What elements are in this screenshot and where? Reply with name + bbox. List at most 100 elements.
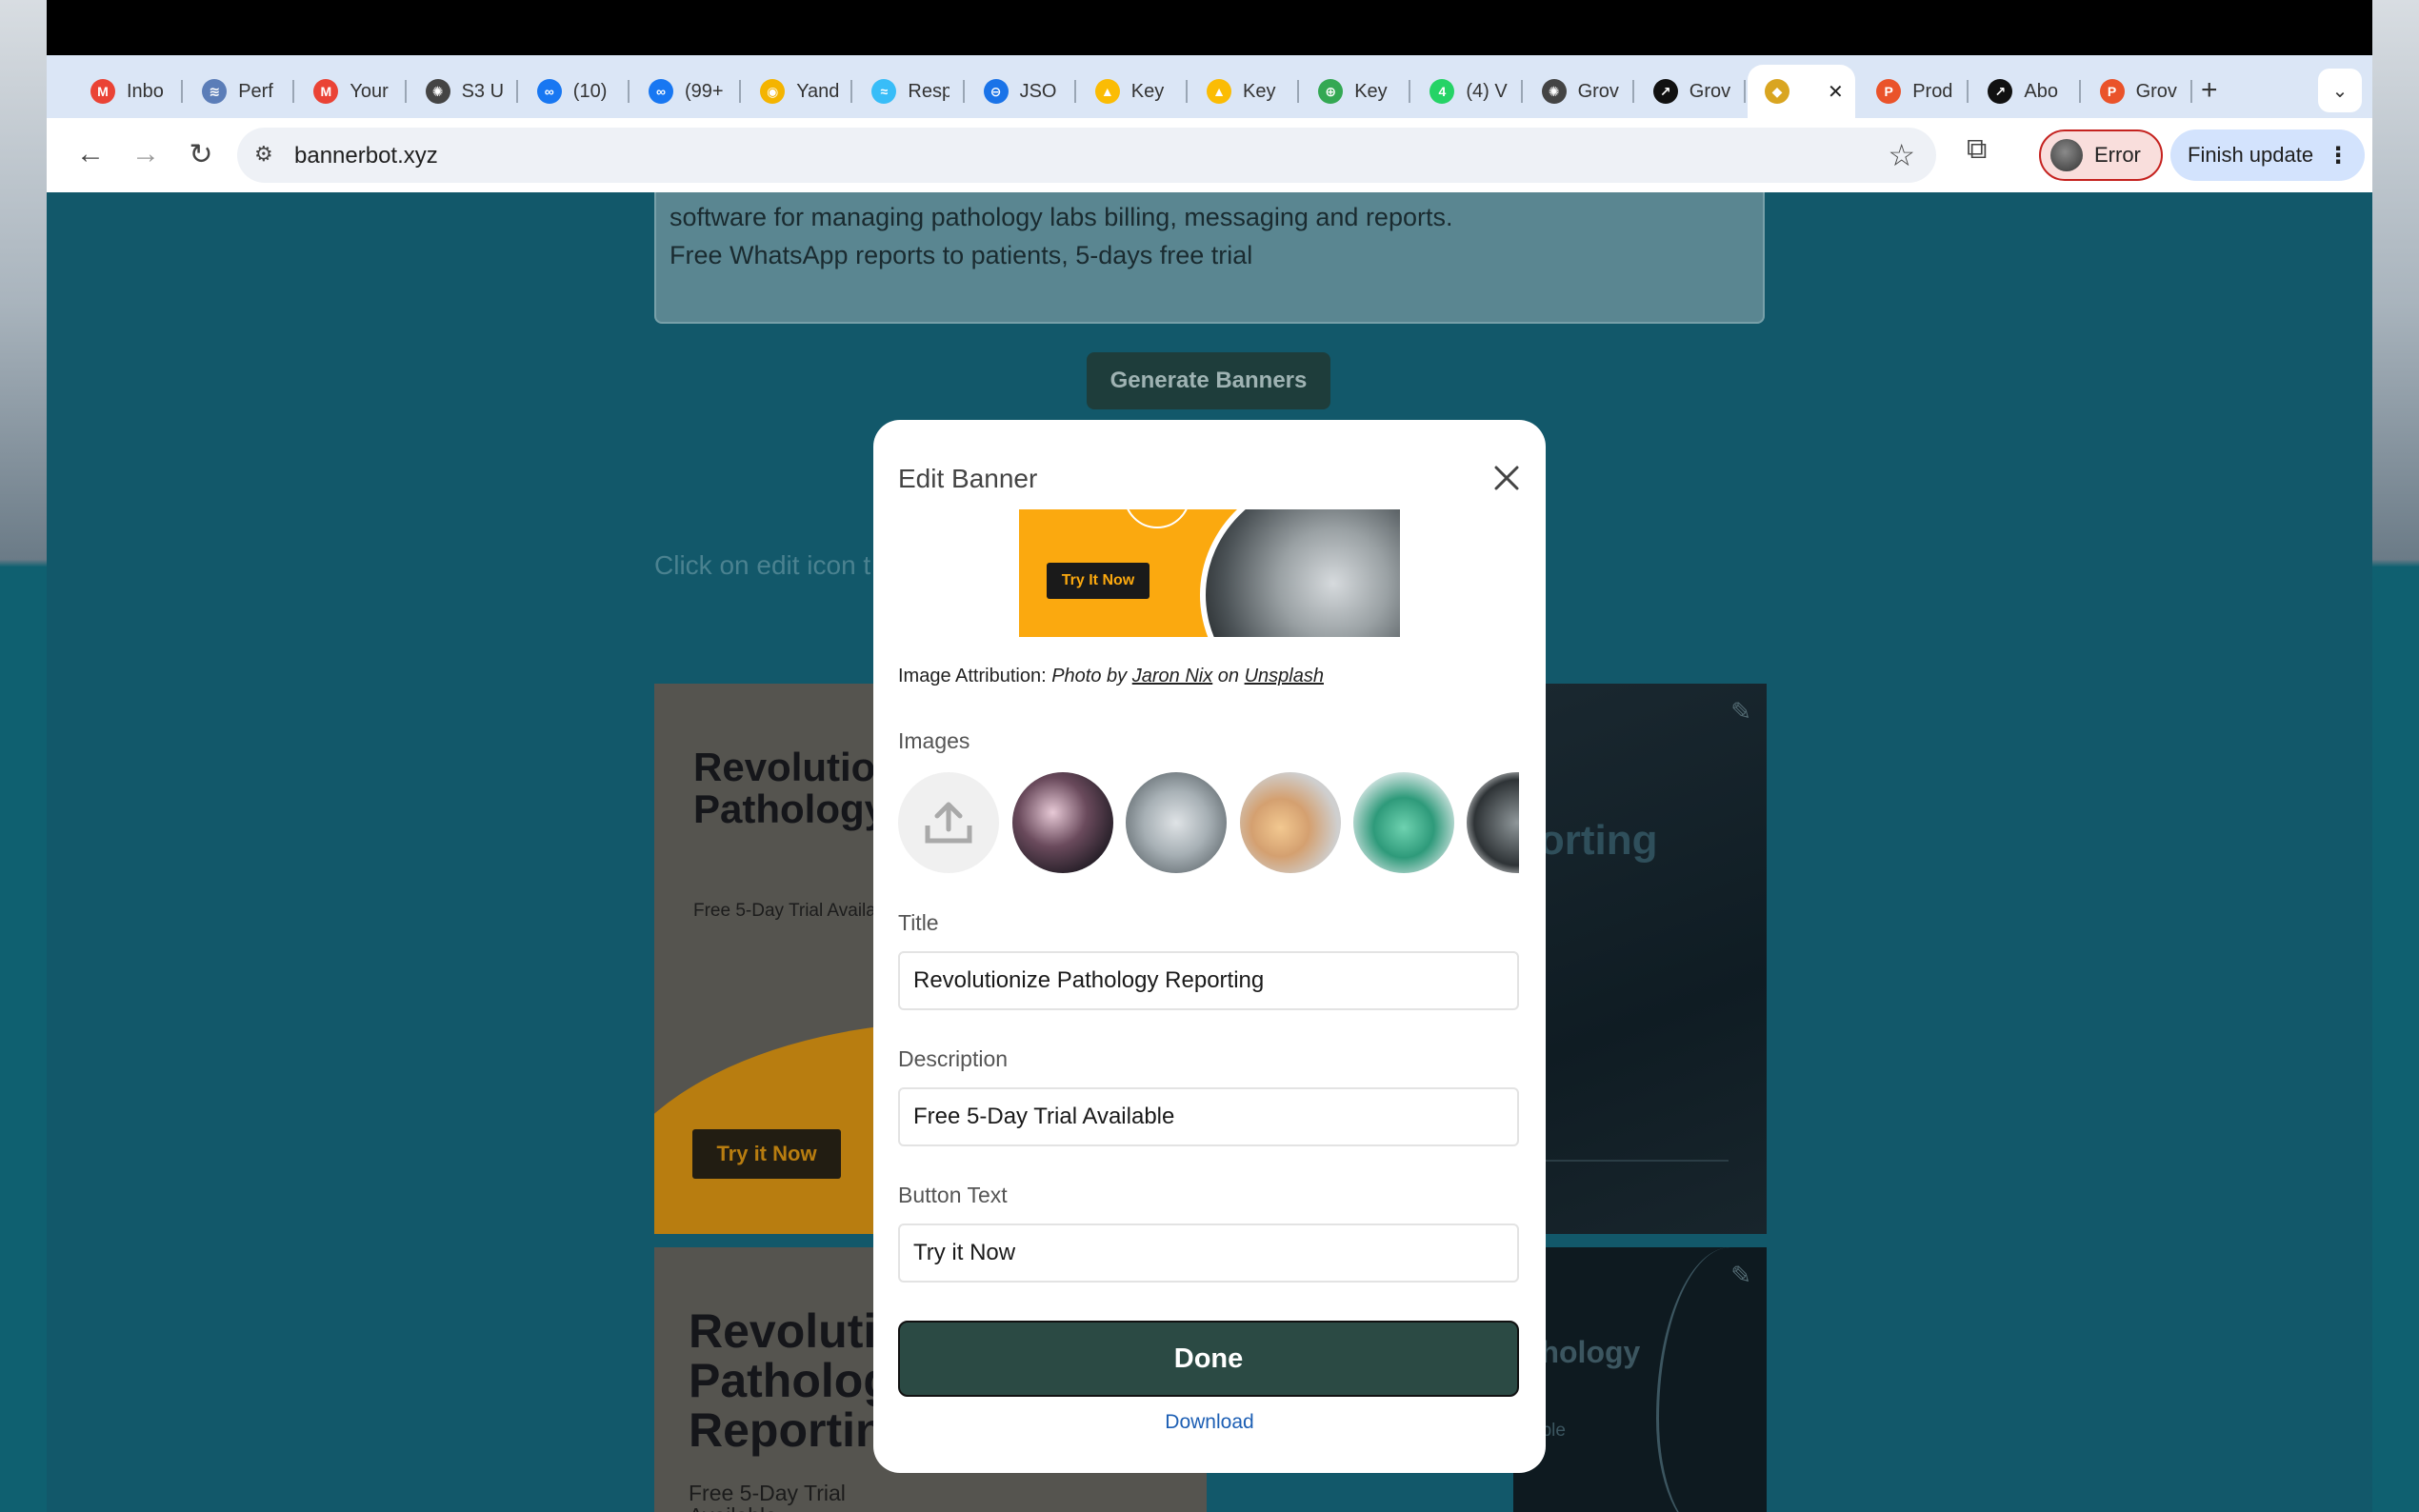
generate-banners-button[interactable]: Generate Banners <box>1087 352 1330 409</box>
growth-icon: ↗ <box>1652 79 1678 104</box>
prompt-line: software for managing pathology labs bil… <box>670 203 1453 231</box>
url-text[interactable]: bannerbot.xyz <box>294 143 438 169</box>
browser-tab[interactable]: ∞ (99+ <box>631 65 739 118</box>
banner-title: Revoluti Patholog Reportin <box>689 1304 892 1457</box>
browser-tab[interactable]: ▲ Key <box>1190 65 1297 118</box>
finish-update-button[interactable]: Finish update ⋮ <box>2170 129 2365 181</box>
close-tab-icon[interactable]: ✕ <box>1828 80 1844 104</box>
tab-search-chevron-icon[interactable]: ⌄ <box>2318 69 2362 112</box>
browser-tab[interactable]: ≈ Resp <box>854 65 962 118</box>
browser-tab[interactable]: ≋ Perf <box>185 65 292 118</box>
browser-tab[interactable]: ▲ Key <box>1078 65 1186 118</box>
growth-icon: ↗ <box>1988 79 2013 104</box>
browser-tab[interactable]: ⊖ JSO <box>967 65 1074 118</box>
tab-label: (10) <box>572 80 608 102</box>
new-tab-button[interactable]: + <box>2201 74 2218 107</box>
image-option[interactable] <box>1012 772 1113 873</box>
browser-tab[interactable]: M Your <box>296 65 404 118</box>
prompt-textarea[interactable]: software for managing pathology labs bil… <box>654 192 1765 324</box>
forward-arrow-icon[interactable]: → <box>121 129 170 179</box>
tab-separator <box>1631 80 1634 103</box>
banner-card[interactable]: ✎ athology g ailable <box>1513 1247 1767 1512</box>
image-option[interactable] <box>1126 772 1227 873</box>
edit-pencil-icon[interactable]: ✎ <box>1730 1261 1751 1290</box>
banner-card[interactable]: ✎ porting <box>1513 684 1767 1234</box>
reload-icon[interactable]: ↻ <box>176 129 226 179</box>
image-attribution: Image Attribution: Photo by Jaron Nix on… <box>898 666 1324 686</box>
browser-tab[interactable]: ✺ Grov <box>1525 65 1632 118</box>
profile-error-button[interactable]: Error <box>2039 129 2163 181</box>
edit-pencil-icon[interactable]: ✎ <box>1730 697 1751 726</box>
done-button[interactable]: Done <box>898 1321 1519 1397</box>
os-top-bar <box>0 0 2419 55</box>
meta-icon: ∞ <box>649 79 673 104</box>
upload-image-button[interactable] <box>898 772 999 873</box>
bookmark-star-icon[interactable]: ☆ <box>1888 137 1915 173</box>
banner-title: Revolutio Pathology <box>693 745 888 831</box>
tab-separator <box>628 80 630 103</box>
tab-label: Perf <box>238 80 273 102</box>
tab-label: Key <box>1243 80 1276 102</box>
prompt-line: Free WhatsApp reports to patients, 5-day… <box>670 241 1253 269</box>
image-option[interactable] <box>1240 772 1341 873</box>
gmail-icon: M <box>313 79 339 104</box>
site-settings-icon[interactable]: ⚙ <box>254 142 281 169</box>
avatar <box>2050 139 2083 171</box>
browser-tab[interactable]: M Inbo <box>73 65 181 118</box>
tab-label: Inbo <box>127 80 164 102</box>
banner-preview-image: Try It Now <box>1019 509 1400 637</box>
image-option[interactable] <box>1467 772 1519 873</box>
tab-strip: + ⌄ M Inbo ≋ Perf M Your ✺ S3 U ∞ (10) ∞ (99+ ◉ Yand ≈… <box>47 55 2372 118</box>
browser-tab[interactable]: P Grov <box>2083 65 2190 118</box>
tab-separator <box>1520 80 1523 103</box>
extensions-puzzle-icon[interactable]: ⧉ <box>1967 133 1987 166</box>
close-icon[interactable] <box>1490 462 1523 494</box>
tab-label: Abo <box>2024 80 2058 102</box>
producthunt-icon: P <box>1876 79 1902 104</box>
meta-icon: ∞ <box>536 79 562 104</box>
browser-tab[interactable]: ⊕ Key <box>1301 65 1409 118</box>
tab-separator <box>739 80 742 103</box>
button-text-input[interactable]: Try it Now <box>898 1224 1519 1283</box>
author-link[interactable]: Jaron Nix <box>1132 666 1212 686</box>
browser-tab[interactable]: ✺ S3 U <box>409 65 516 118</box>
address-bar[interactable]: ⚙ bannerbot.xyz ☆ <box>237 128 1936 183</box>
back-arrow-icon[interactable]: ← <box>66 129 115 179</box>
tab-separator <box>1297 80 1300 103</box>
perf-icon: ≋ <box>202 79 228 104</box>
more-menu-icon[interactable]: ⋮ <box>2327 142 2349 169</box>
image-option[interactable] <box>1353 772 1454 873</box>
tab-active[interactable]: ◆ ✕ <box>1748 65 1856 118</box>
title-input[interactable]: Revolutionize Pathology Reporting <box>898 951 1519 1010</box>
edit-hint-text: Click on edit icon t <box>654 550 871 580</box>
browser-toolbar: ← → ↻ ⚙ bannerbot.xyz ☆ ⧉ Error Finish u… <box>47 118 2372 192</box>
google-ads-icon: ▲ <box>1094 79 1120 104</box>
browser-tab[interactable]: ↗ Grov <box>1636 65 1744 118</box>
browser-tab[interactable]: P Prod <box>1859 65 1967 118</box>
yandex-icon: ◉ <box>760 79 786 104</box>
openai-icon: ✺ <box>1541 79 1567 104</box>
browser-tab[interactable]: ∞ (10) <box>520 65 628 118</box>
tab-label: Resp <box>908 80 950 102</box>
tab-separator <box>1073 80 1076 103</box>
browser-tab[interactable]: ↗ Abo <box>1970 65 2078 118</box>
download-link[interactable]: Download <box>873 1411 1546 1434</box>
tab-label: Grov <box>1577 80 1619 102</box>
tab-separator <box>962 80 965 103</box>
unsplash-link[interactable]: Unsplash <box>1245 666 1324 686</box>
desktop-background-right <box>2372 0 2419 1512</box>
browser-tab[interactable]: ◉ Yand <box>743 65 850 118</box>
edit-banner-modal: Edit Banner Try It Now Image Attribution… <box>873 420 1546 1473</box>
banner-description: Free 5-Day Trial Availa <box>693 901 876 921</box>
finish-update-label: Finish update <box>2188 143 2314 167</box>
tab-label: Your <box>350 80 389 102</box>
tab-label: S3 U <box>461 80 504 102</box>
google-ads-icon: ▲ <box>1207 79 1231 104</box>
tab-separator <box>2189 80 2192 103</box>
title-label: Title <box>898 910 939 935</box>
description-input[interactable]: Free 5-Day Trial Available <box>898 1087 1519 1146</box>
description-label: Description <box>898 1046 1009 1071</box>
tab-separator <box>850 80 853 103</box>
browser-tab[interactable]: 4 (4) V <box>1412 65 1520 118</box>
tailwind-icon: ≈ <box>871 79 897 104</box>
